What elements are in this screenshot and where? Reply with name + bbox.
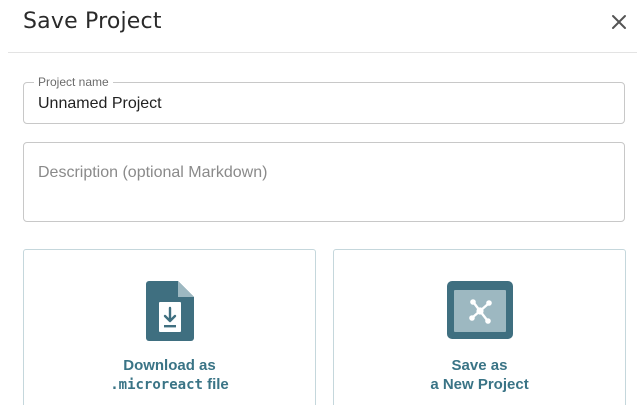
save-new-project-button[interactable]: Save as a New Project (333, 249, 626, 405)
description-input[interactable] (38, 163, 608, 213)
dialog-header: Save Project (0, 0, 637, 52)
save-line-1: Save as (451, 357, 508, 374)
save-project-dialog: Save Project Project name Download as .m… (0, 0, 637, 405)
dialog-title: Save Project (23, 9, 162, 34)
download-file-label: Download as .microreact file (24, 356, 315, 395)
header-divider (8, 52, 637, 53)
save-line-2: a New Project (430, 376, 529, 393)
description-field[interactable] (23, 142, 625, 222)
download-line-1: Download as (123, 357, 216, 374)
project-name-label: Project name (34, 75, 113, 89)
file-word-text: file (202, 376, 229, 393)
new-project-icon (446, 281, 513, 339)
close-button[interactable] (607, 10, 631, 34)
file-extension-text: .microreact (110, 377, 203, 393)
download-file-button[interactable]: Download as .microreact file (23, 249, 316, 405)
save-new-project-label: Save as a New Project (334, 356, 625, 394)
download-file-icon (145, 281, 194, 341)
project-name-input[interactable] (38, 94, 608, 114)
download-line-2: .microreact file (24, 375, 315, 395)
project-name-field[interactable]: Project name (23, 75, 625, 124)
close-icon (612, 15, 626, 29)
